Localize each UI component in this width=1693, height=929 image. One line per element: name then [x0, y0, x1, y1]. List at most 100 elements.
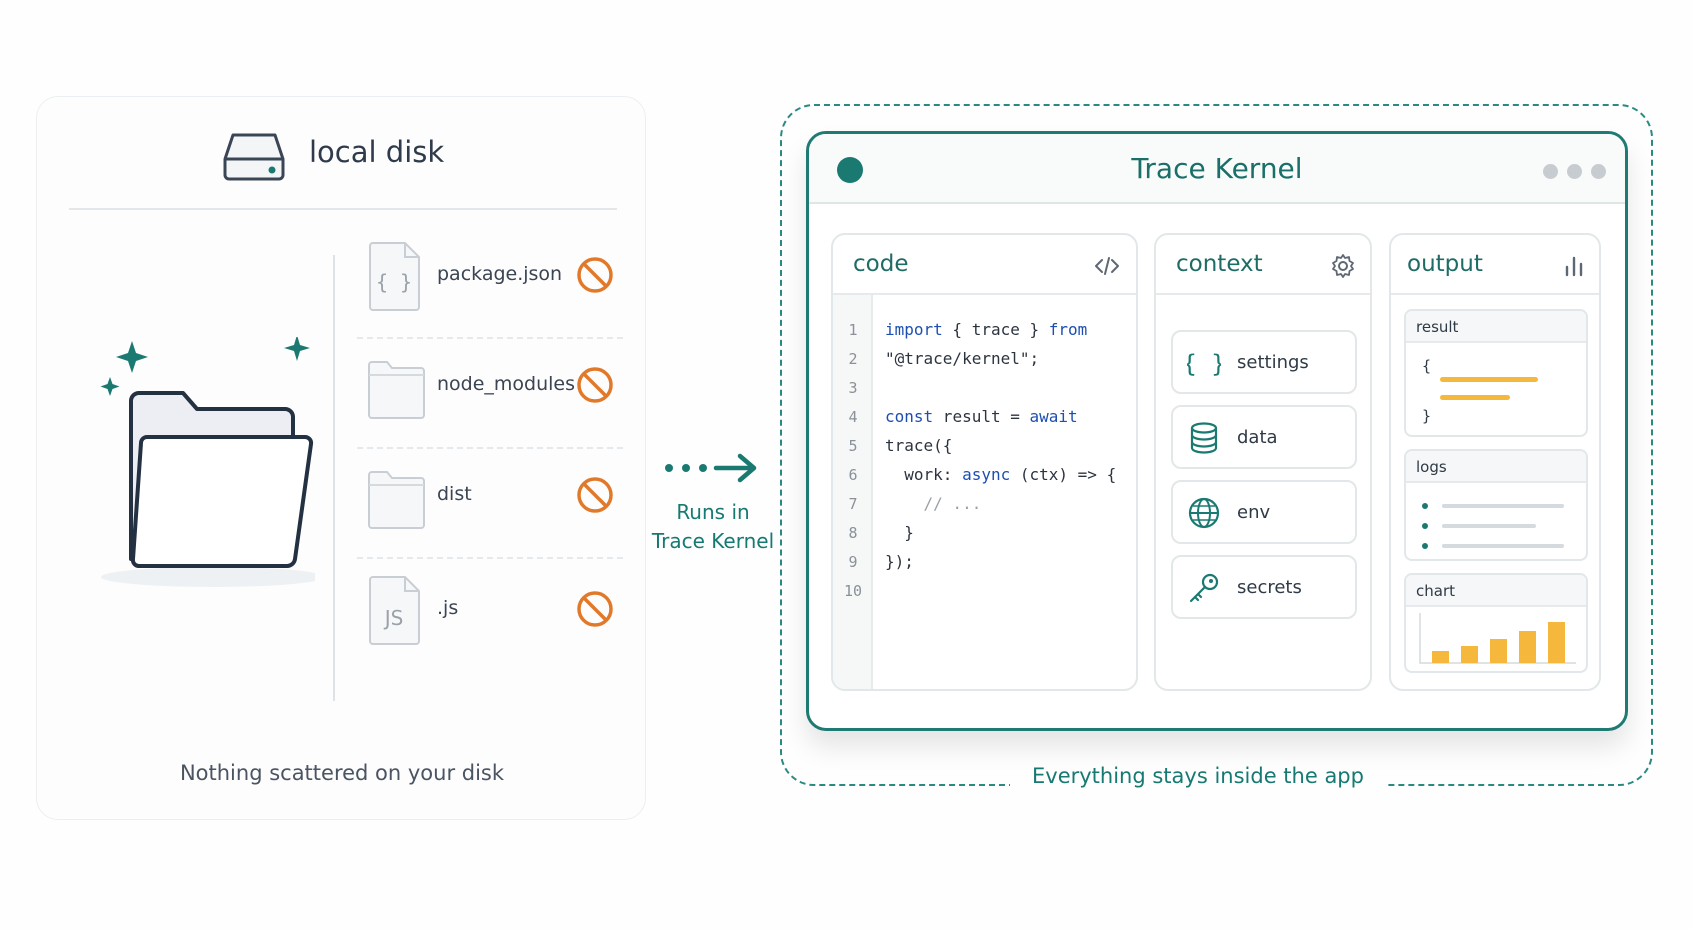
vertical-divider	[333, 255, 335, 701]
context-item-secrets[interactable]: secrets	[1171, 555, 1357, 619]
context-item-data[interactable]: data	[1171, 405, 1357, 469]
context-item-label: settings	[1237, 352, 1309, 373]
context-item-label: secrets	[1237, 577, 1302, 598]
log-bullet	[1422, 543, 1428, 549]
log-bullet	[1422, 523, 1428, 529]
local-disk-caption: Nothing scattered on your disk	[179, 761, 505, 785]
code-pane: code 1 2 3 4 5 6 7 8 9 10 import { trace } from "@…	[831, 233, 1138, 691]
close-brace: }	[1422, 407, 1432, 425]
context-item-env[interactable]: env	[1171, 480, 1357, 544]
context-pane-header: context	[1156, 235, 1370, 295]
window-titlebar: Trace Kernel	[809, 134, 1625, 204]
code-keyword: import	[885, 320, 943, 339]
code-keyword: from	[1048, 320, 1088, 339]
code-line: const result = await	[885, 407, 1078, 426]
context-pane-title: context	[1176, 251, 1263, 277]
app-caption: Everything stays inside the app	[1010, 764, 1386, 788]
bar-chart-icon	[1565, 256, 1583, 277]
local-disk-card: local disk { } package.json node_modules…	[36, 96, 646, 820]
code-line: });	[885, 552, 914, 571]
file-name: package.json	[437, 263, 563, 285]
result-value-bar	[1440, 377, 1538, 382]
code-text: }	[885, 523, 914, 542]
code-text: trace({	[885, 436, 953, 455]
local-disk-header: local disk	[37, 125, 647, 185]
result-value-bar	[1440, 395, 1510, 400]
code-text: "@trace/kernel";	[885, 349, 1040, 368]
blocked-icon	[577, 591, 613, 627]
line-number: 1	[848, 321, 858, 339]
code-comment: // ...	[885, 494, 982, 513]
open-brace: {	[1422, 357, 1432, 375]
folder-icon	[368, 361, 425, 419]
output-pane-title: output	[1407, 251, 1483, 277]
code-text: work:	[885, 465, 963, 484]
code-line: }	[885, 523, 914, 542]
file-name: dist	[437, 483, 472, 505]
runs-in-connector: Runs in Trace Kernel	[650, 448, 780, 558]
logs-card-title: logs	[1416, 458, 1447, 476]
braces-icon: { }	[1187, 350, 1221, 378]
context-item-settings[interactable]: { } settings	[1171, 330, 1357, 394]
blocked-icon	[577, 367, 613, 403]
log-line	[1442, 544, 1564, 548]
result-card-title: result	[1416, 318, 1459, 336]
gear-icon[interactable]	[1330, 253, 1356, 279]
file-name: node_modules	[437, 373, 576, 395]
code-line: "@trace/kernel";	[885, 349, 1039, 368]
mini-bar-chart-icon	[1419, 613, 1576, 664]
code-line: import { trace } from	[885, 320, 1087, 339]
code-text: result =	[933, 407, 1030, 426]
dotted-arrow-icon	[665, 453, 757, 483]
code-text: });	[885, 552, 914, 571]
line-gutter: 1 2 3 4 5 6 7 8 9 10	[833, 295, 873, 689]
code-pane-title: code	[853, 251, 909, 277]
code-keyword: const	[885, 407, 934, 426]
file-row-dist: dist	[357, 457, 623, 559]
code-pane-header: code	[833, 235, 1136, 295]
output-pane: output result { } logs chart	[1389, 233, 1601, 691]
runs-in-line1: Runs in	[676, 500, 750, 524]
folder-icon	[368, 471, 425, 529]
context-pane: context { } settings data	[1154, 233, 1372, 691]
log-line	[1442, 504, 1564, 508]
line-number: 6	[848, 466, 858, 484]
window-control-dot[interactable]	[1567, 164, 1582, 179]
database-icon	[1190, 422, 1218, 454]
code-text: (ctx) => {	[1010, 465, 1117, 484]
code-line: work: async (ctx) => {	[885, 465, 1116, 484]
context-item-label: data	[1237, 427, 1278, 448]
key-icon	[1189, 573, 1219, 603]
file-name: .js	[437, 597, 459, 619]
file-row-node-modules: node_modules	[357, 347, 623, 449]
code-icon	[1095, 257, 1119, 275]
code-keyword: async	[962, 465, 1011, 484]
output-pane-header: output	[1391, 235, 1599, 295]
code-line: // ...	[885, 494, 982, 513]
local-disk-title: local disk	[309, 135, 445, 169]
output-result-card: result { }	[1404, 309, 1588, 437]
line-number: 5	[848, 437, 858, 455]
line-number: 8	[848, 524, 858, 542]
line-number: 10	[843, 582, 863, 600]
runs-in-line2: Trace Kernel	[651, 529, 775, 553]
header-divider	[69, 208, 617, 210]
log-bullet	[1422, 503, 1428, 509]
hard-drive-icon	[223, 133, 285, 181]
blocked-icon	[577, 477, 613, 513]
window-title: Trace Kernel	[1131, 152, 1303, 185]
svg-text:{ }: { }	[1187, 350, 1221, 378]
line-number: 4	[848, 408, 858, 426]
line-number: 2	[848, 350, 858, 368]
file-row-js: JS .js	[357, 571, 623, 651]
code-keyword: await	[1029, 407, 1078, 426]
output-chart-card: chart	[1404, 573, 1588, 673]
window-control-dot[interactable]	[1591, 164, 1606, 179]
code-line: trace({	[885, 436, 952, 455]
file-row-package-json: { } package.json	[357, 237, 623, 339]
window-control-dot[interactable]	[1543, 164, 1558, 179]
svg-text:{ }: { }	[376, 270, 412, 294]
globe-icon	[1188, 497, 1220, 529]
line-number: 9	[848, 553, 858, 571]
blocked-icon	[577, 257, 613, 293]
